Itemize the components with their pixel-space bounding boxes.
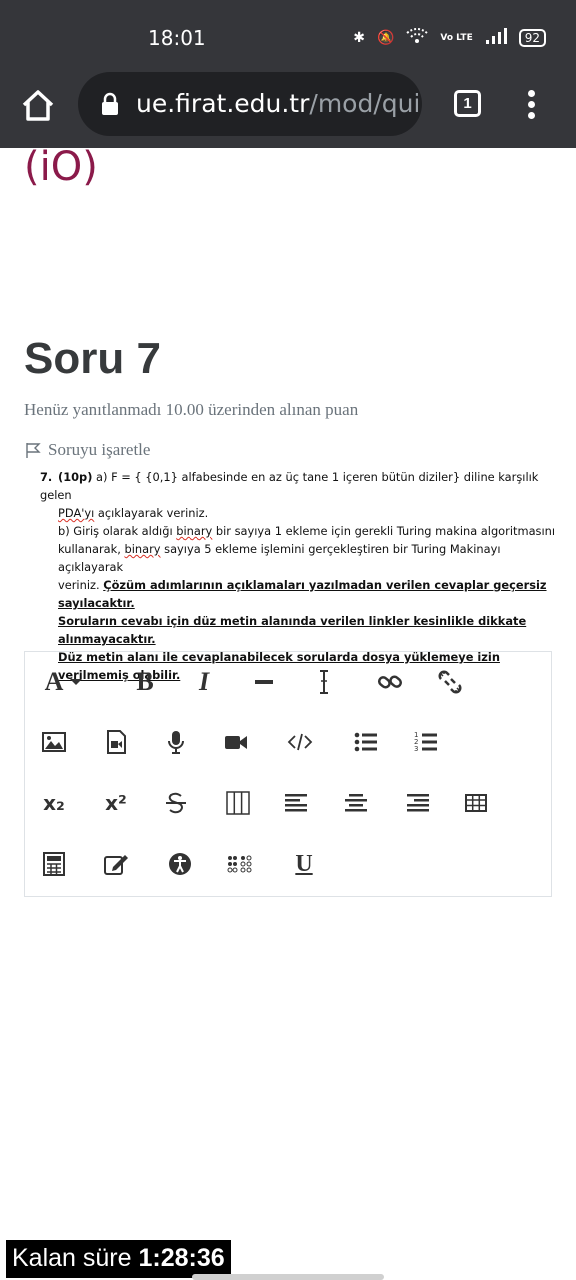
record-audio-button[interactable] (155, 724, 197, 760)
home-icon (22, 90, 54, 121)
timer-value: 1:28:36 (138, 1244, 225, 1272)
font-style-label: A (44, 667, 64, 696)
volte-icon: Vo LTE (440, 32, 473, 43)
italic-button[interactable]: I (183, 664, 225, 700)
screenreader-helper-button[interactable] (219, 846, 261, 882)
subscript-label: x₂ (43, 791, 65, 815)
table-button[interactable] (455, 785, 497, 821)
html-source-button[interactable] (279, 724, 321, 760)
home-button[interactable] (20, 88, 56, 124)
cursor-button[interactable] (303, 664, 345, 700)
insert-image-button[interactable] (33, 724, 75, 760)
question-part-b-line3: veriniz. (58, 578, 104, 592)
address-bar[interactable]: ue.firat.edu.tr/mod/quiz/ (78, 72, 422, 136)
signal-icon (485, 28, 507, 48)
status-time: 18:01 (148, 26, 206, 50)
subscript-button[interactable]: x₂ (33, 785, 75, 821)
code-icon (287, 733, 313, 751)
question-status: Henüz yanıtlanmadı 10.00 üzerinden alına… (24, 400, 359, 419)
numbered-list-icon: 123 (414, 731, 437, 753)
status-bar: 18:01 ✱ 🔕 Vo LTE 92 (0, 0, 576, 72)
numbered-list-button[interactable]: 123 (405, 724, 447, 760)
font-style-button[interactable]: A (39, 664, 89, 700)
answer-editor[interactable]: A B I 123 x₂ x² U (24, 651, 552, 897)
insert-media-button[interactable] (95, 724, 137, 760)
svg-text:3: 3 (414, 745, 418, 753)
url-path: /mod/quiz/ (309, 89, 418, 118)
warning-text: Çözüm adımlarının açıklamaları yazılmada… (58, 578, 547, 610)
table-icon (465, 794, 487, 812)
video-camera-icon (225, 736, 247, 749)
timer-label: Kalan süre (12, 1244, 139, 1272)
question-part-a: a) F = { {0,1} alfabesinde en az üç tane… (40, 470, 539, 502)
align-center-button[interactable] (335, 785, 377, 821)
flag-icon (26, 443, 41, 458)
mute-icon: 🔕 (376, 30, 395, 46)
underline-label: U (295, 850, 313, 877)
question-part-b-cont: bir sayıya 1 ekleme için gerekli Turing … (212, 524, 556, 538)
italic-label: I (198, 667, 210, 696)
horizontal-rule-icon (255, 680, 273, 684)
superscript-button[interactable]: x² (95, 785, 137, 821)
spell-flagged-word: binary (124, 542, 161, 556)
align-left-button[interactable] (275, 785, 317, 821)
question-part-b: b) Giriş olarak aldığı (58, 524, 177, 538)
bold-label: B (136, 667, 154, 696)
braille-icon (227, 855, 252, 873)
bluetooth-icon: ✱ (353, 30, 365, 46)
horizontal-rule-button[interactable] (243, 664, 285, 700)
edit-icon (104, 855, 128, 875)
accessibility-icon (169, 853, 191, 875)
equation-button[interactable] (33, 846, 75, 882)
accessibility-checker-button[interactable] (159, 846, 201, 882)
question-number: 7. (40, 470, 53, 484)
unlink-button[interactable] (429, 664, 471, 700)
align-left-icon (285, 794, 307, 812)
chevron-down-icon (70, 679, 83, 685)
image-icon (42, 732, 66, 752)
link-button[interactable] (369, 664, 411, 700)
question-title: Soru 7 (24, 334, 161, 383)
tab-switcher-button[interactable]: 1 (454, 90, 481, 117)
flag-label: Soruyu işaretle (48, 440, 151, 459)
media-file-icon (107, 730, 126, 754)
align-right-icon (407, 794, 429, 812)
more-menu-icon[interactable] (524, 88, 538, 122)
manage-files-button[interactable] (95, 846, 137, 882)
columns-icon (226, 791, 250, 815)
warning-text: Soruların cevabı için düz metin alanında… (58, 614, 527, 646)
lock-icon (100, 92, 120, 116)
unlink-icon (438, 670, 462, 694)
time-remaining: Kalan süre 1:28:36 (6, 1240, 231, 1278)
align-center-icon (345, 794, 367, 812)
url-domain: ue.firat.edu.tr (136, 89, 310, 118)
flag-question-link[interactable]: Soruyu işaretle (24, 440, 150, 460)
gesture-bar[interactable] (192, 1274, 384, 1280)
url-text: ue.firat.edu.tr/mod/quiz/ (136, 89, 418, 118)
align-right-button[interactable] (397, 785, 439, 821)
text-cursor-icon (320, 670, 328, 694)
calculator-icon (43, 852, 65, 876)
spell-flagged-word: PDA'yı (58, 506, 95, 520)
superscript-label: x² (105, 791, 127, 815)
link-icon (377, 675, 403, 689)
bullet-list-icon (354, 732, 377, 752)
battery-icon: 92 (518, 29, 546, 47)
browser-toolbar: ue.firat.edu.tr/mod/quiz/ 1 (0, 72, 576, 148)
question-part-b-line2: kullanarak, (58, 542, 125, 556)
record-video-button[interactable] (215, 724, 257, 760)
status-icons: ✱ 🔕 Vo LTE 92 (353, 28, 546, 48)
bullet-list-button[interactable] (345, 724, 387, 760)
microphone-icon (168, 731, 184, 754)
bold-button[interactable]: B (124, 664, 166, 700)
site-logo: (iO) (24, 144, 98, 190)
question-part-a-end: açıklayarak veriniz. (94, 506, 209, 520)
spell-flagged-word: binary (176, 524, 213, 538)
strikethrough-icon (166, 792, 186, 814)
wifi-icon (406, 28, 429, 48)
columns-button[interactable] (217, 785, 259, 821)
question-points: (10p) (58, 470, 93, 484)
strikethrough-button[interactable] (155, 785, 197, 821)
underline-button[interactable]: U (283, 846, 325, 882)
